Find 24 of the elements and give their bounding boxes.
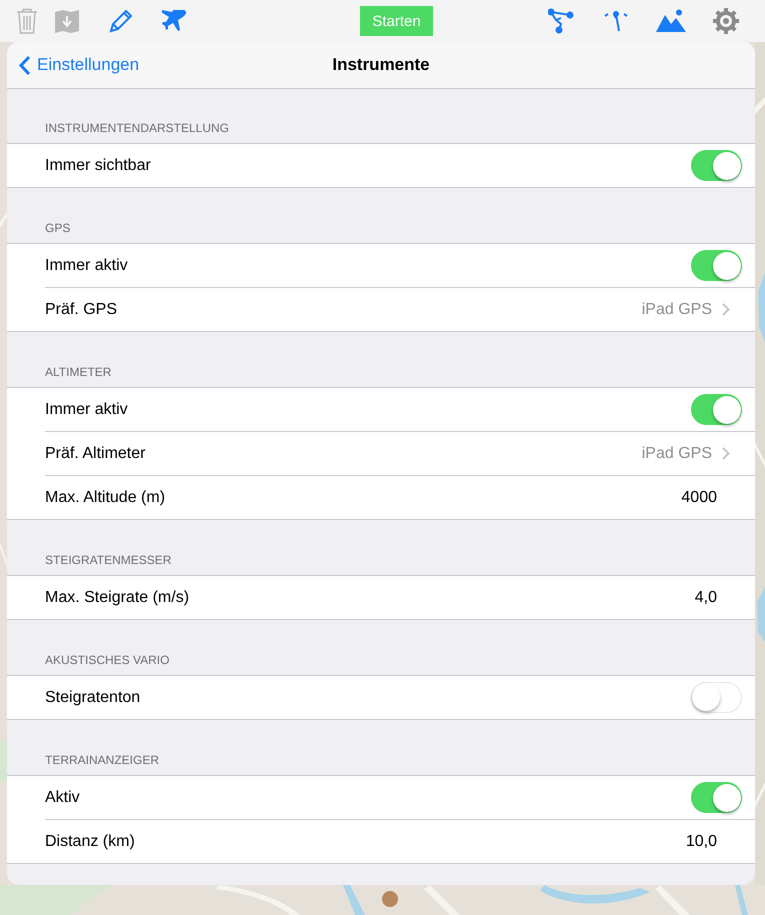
section-header: INSTRUMENTENDARSTELLUNG [45, 121, 230, 135]
setting-label: Immer aktiv [45, 400, 128, 418]
section-header: ALTIMETER [45, 365, 112, 379]
setting-label: Max. Steigrate (m/s) [45, 588, 190, 606]
setting-value: 4000 [681, 488, 717, 506]
setting-value: 4,0 [694, 588, 717, 606]
setting-label: Max. Altitude (m) [45, 488, 166, 506]
section-header: TERRAINANZEIGER [45, 753, 160, 767]
setting-value[interactable]: iPad GPS [642, 444, 712, 462]
section-header: AKUSTISCHES VARIO [45, 653, 170, 667]
setting-label: Immer aktiv [45, 256, 128, 274]
start-button[interactable]: Starten [360, 6, 433, 36]
setting-label: Immer sichtbar [45, 156, 151, 174]
setting-label: Steigratenton [45, 688, 140, 706]
setting-value: 10,0 [686, 832, 717, 850]
section-header: GPS [45, 221, 70, 235]
setting-value[interactable]: iPad GPS [642, 300, 712, 318]
screen-title: Instrumente [332, 55, 430, 74]
setting-label: Präf. Altimeter [45, 444, 146, 462]
setting-label: Präf. GPS [45, 300, 118, 318]
back-button[interactable]: Einstellungen [7, 54, 146, 76]
section-header: STEIGRATENMESSER [45, 553, 172, 567]
setting-label: Distanz (km) [45, 832, 135, 850]
setting-label: Aktiv [45, 788, 80, 806]
